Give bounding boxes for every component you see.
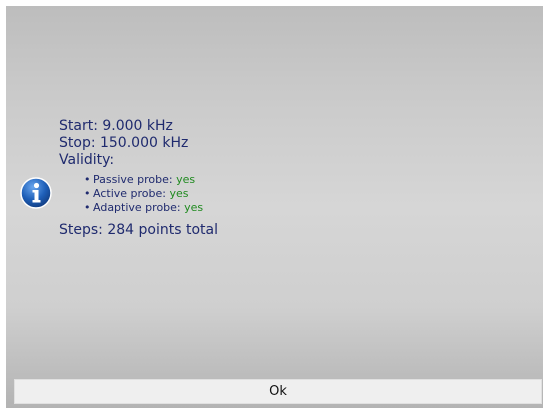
adaptive-probe-value: yes — [184, 201, 204, 214]
start-frequency: Start: 9.000 kHz — [59, 118, 173, 134]
info-icon — [20, 177, 52, 209]
list-item-passive-probe: • Passive probe: yes — [84, 173, 196, 186]
bullet-icon: • — [84, 173, 91, 186]
active-probe-value: yes — [169, 187, 189, 200]
validity-label: Validity: — [59, 152, 115, 168]
ok-button[interactable]: Ok — [14, 379, 542, 404]
stop-frequency: Stop: 150.000 kHz — [59, 135, 189, 151]
dialog-content: Start: 9.000 kHz Stop: 150.000 kHz Valid… — [59, 118, 218, 239]
bullet-icon: • — [84, 201, 91, 214]
steps-summary: Steps: 284 points total — [59, 222, 218, 238]
bullet-icon: • — [84, 187, 91, 200]
list-item-active-probe: • Active probe: yes — [84, 187, 189, 200]
list-item-adaptive-probe: • Adaptive probe: yes — [84, 201, 204, 214]
info-dialog: Start: 9.000 kHz Stop: 150.000 kHz Valid… — [6, 6, 543, 408]
passive-probe-value: yes — [176, 173, 196, 186]
probe-validity-list: • Passive probe: yes • Active probe: yes •… — [59, 173, 218, 215]
